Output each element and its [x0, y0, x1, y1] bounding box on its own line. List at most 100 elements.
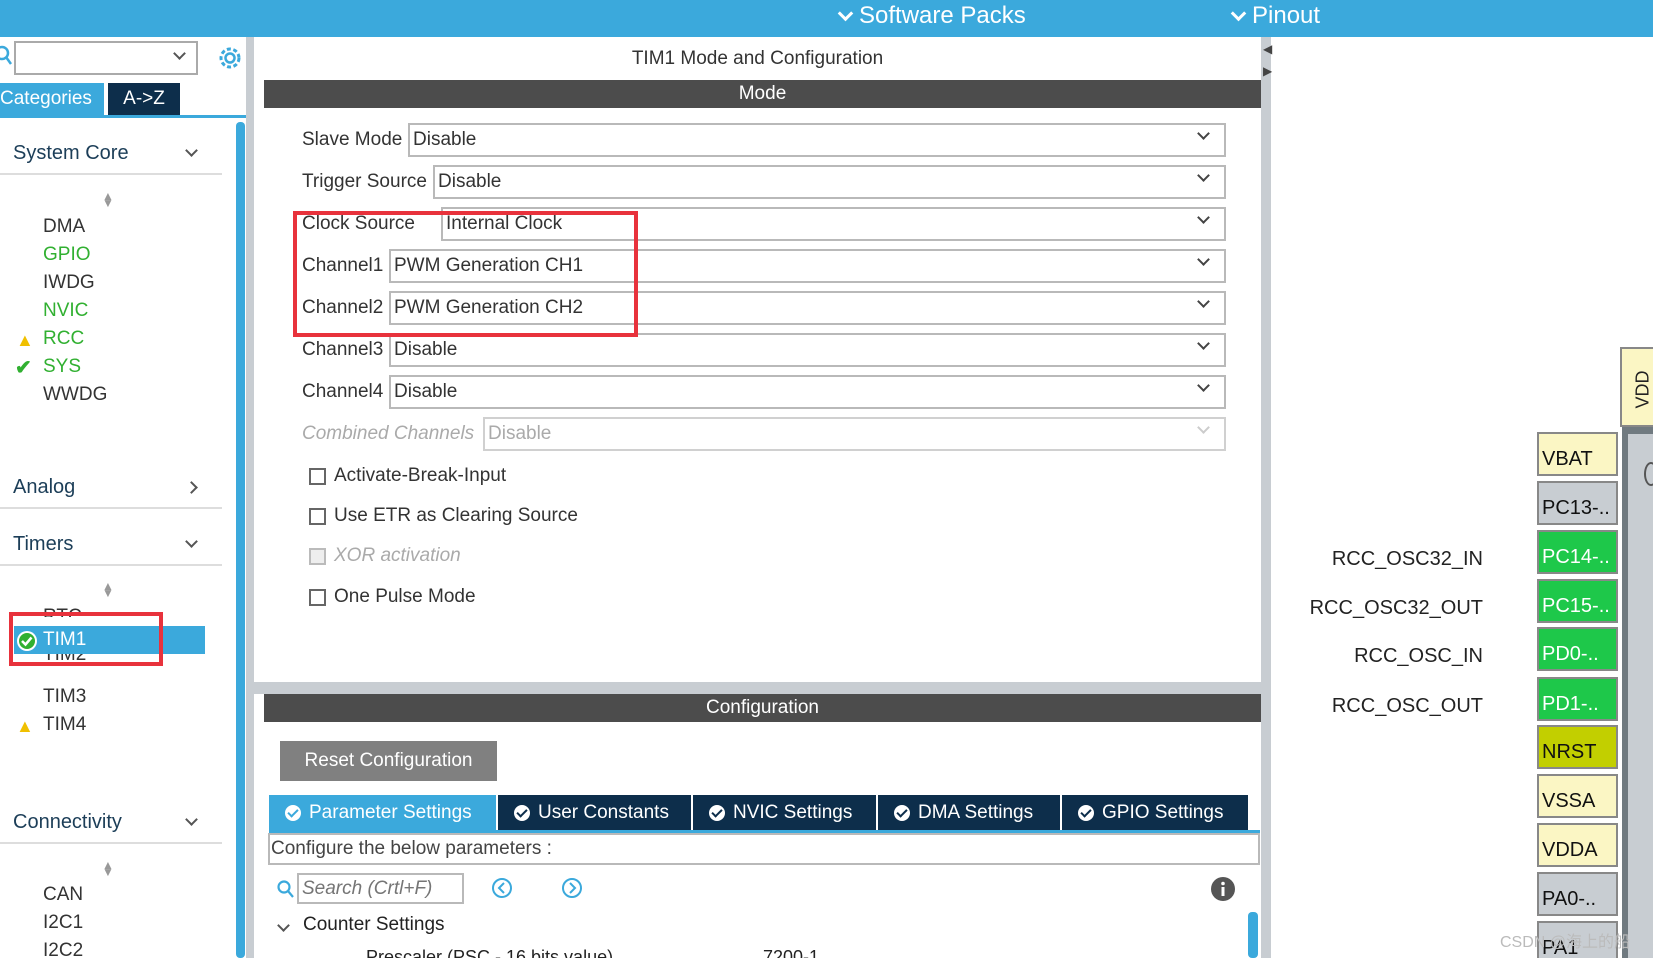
list-item-can[interactable]: CAN [43, 884, 83, 906]
pinout-menu[interactable]: Pinout [1230, 2, 1321, 30]
list-item-tim3[interactable]: TIM3 [43, 686, 86, 708]
chevron-down-icon[interactable] [277, 914, 290, 936]
checkbox-label: XOR activation [334, 545, 461, 566]
tab-parameter-settings[interactable]: Parameter Settings [269, 795, 496, 831]
signal-label-rcc-osc-out: RCC_OSC_OUT [1331, 695, 1483, 717]
chevron-down-icon [1197, 421, 1210, 434]
checkbox-box[interactable] [309, 507, 326, 525]
list-item-sys[interactable]: SYS [43, 356, 81, 378]
pin-pc13[interactable]: PC13-.. [1537, 481, 1618, 525]
software-packs-label: Software Packs [859, 2, 1026, 29]
select-value: Disable [413, 129, 477, 150]
warning-icon: ▲ [16, 330, 34, 350]
configuration-section-header: Configuration [264, 694, 1261, 722]
list-item-iwdg[interactable]: IWDG [43, 272, 95, 294]
next-icon[interactable] [560, 876, 584, 900]
chevron-down-icon [1197, 295, 1210, 308]
left-scrollbar[interactable] [236, 122, 245, 958]
sort-arrows-icon[interactable]: ▲ ▼ [102, 859, 114, 878]
prescaler-value[interactable]: 7200-1 [763, 944, 819, 958]
gear-icon[interactable] [216, 44, 244, 72]
checkbox-box[interactable] [309, 467, 326, 485]
collapse-left-icon[interactable]: ◀ [1263, 42, 1272, 56]
list-item-wwdg[interactable]: WWDG [43, 384, 107, 406]
checkbox-label: Use ETR as Clearing Source [334, 505, 578, 526]
category-label: Analog [13, 475, 76, 498]
configure-text-box: Configure the below parameters : [268, 833, 1260, 865]
pin-pd1[interactable]: PD1-.. [1537, 677, 1618, 721]
info-icon[interactable] [1210, 876, 1236, 902]
list-item-i2c2[interactable]: I2C2 [43, 940, 83, 958]
pin-pc14[interactable]: PC14-.. [1537, 530, 1618, 574]
trigger-source-select[interactable]: Disable [433, 165, 1226, 199]
splitter-left[interactable] [246, 37, 254, 958]
pin-vdd[interactable]: VDD [1620, 347, 1653, 427]
channel3-select[interactable]: Disable [389, 333, 1226, 367]
field-channel4: Channel4 [302, 375, 386, 409]
pin-pd0[interactable]: PD0-.. [1537, 627, 1618, 671]
reset-configuration-button[interactable]: Reset Configuration [280, 741, 497, 781]
tab-dma-settings[interactable]: DMA Settings [878, 795, 1060, 831]
list-item-dma[interactable]: DMA [43, 216, 85, 238]
sort-arrows-icon[interactable]: ▲ ▼ [102, 580, 114, 599]
list-item-tim4[interactable]: TIM4 [43, 714, 86, 736]
pin-pc15[interactable]: PC15-.. [1537, 579, 1618, 623]
tab-categories[interactable]: Categories [0, 83, 104, 115]
chevron-right-icon [185, 480, 198, 494]
params-scrollbar[interactable] [1248, 912, 1258, 958]
previous-icon[interactable] [490, 876, 514, 900]
select-value: Disable [488, 423, 552, 444]
top-bar: Software Packs Pinout [0, 0, 1653, 37]
collapse-right-icon[interactable]: ▶ [1263, 64, 1272, 78]
mode-section-header: Mode [264, 80, 1261, 108]
field-label: Slave Mode [302, 129, 403, 150]
field-label: Channel4 [302, 381, 384, 402]
category-connectivity[interactable]: Connectivity [0, 802, 222, 844]
signal-label-rcc-osc32-in: RCC_OSC32_IN [1331, 548, 1483, 570]
chevron-down-icon [837, 5, 854, 21]
pinout-label: Pinout [1252, 2, 1321, 29]
category-analog[interactable]: Analog [0, 467, 222, 509]
channel4-select[interactable]: Disable [389, 375, 1226, 409]
checkbox-label: Activate-Break-Input [334, 465, 507, 486]
category-system-core[interactable]: System Core [0, 133, 222, 175]
list-item-rcc[interactable]: RCC [43, 328, 84, 350]
field-label: Channel3 [302, 339, 384, 360]
splitter-right[interactable] [1261, 37, 1271, 958]
list-item-nvic[interactable]: NVIC [43, 300, 88, 322]
pin-vbat[interactable]: VBAT [1537, 432, 1618, 476]
slave-mode-select[interactable]: Disable [408, 123, 1226, 157]
chevron-down-icon [1230, 5, 1247, 21]
checkbox-one-pulse-mode[interactable]: One Pulse Mode [309, 586, 476, 608]
category-timers[interactable]: Timers [0, 524, 222, 566]
highlight-box-channels [293, 211, 638, 337]
category-search-combo[interactable] [14, 41, 198, 75]
chip-body-inner [1628, 434, 1653, 958]
parameter-search-input[interactable] [297, 873, 464, 904]
sort-arrows-icon[interactable]: ▲ ▼ [102, 190, 114, 209]
pin-vssa[interactable]: VSSA [1537, 774, 1618, 818]
tab-gpio-settings[interactable]: GPIO Settings [1062, 795, 1248, 831]
counter-settings-group[interactable]: Counter Settings [303, 914, 445, 936]
pin-vdda[interactable]: VDDA [1537, 823, 1618, 867]
check-circle-icon [285, 805, 301, 821]
software-packs-menu[interactable]: Software Packs [837, 2, 1026, 30]
checkbox-box[interactable] [309, 588, 326, 606]
search-icon[interactable] [0, 44, 12, 68]
tab-nvic-settings[interactable]: NVIC Settings [693, 795, 876, 831]
list-item-i2c1[interactable]: I2C1 [43, 912, 83, 934]
watermark: CSDN @海上的船 [1500, 934, 1631, 951]
select-value: Disable [394, 339, 458, 360]
pin-pa0[interactable]: PA0-.. [1537, 872, 1618, 916]
section-splitter[interactable] [254, 682, 1261, 694]
list-item-gpio[interactable]: GPIO [43, 244, 91, 266]
checkbox-activate-break-input[interactable]: Activate-Break-Input [309, 465, 506, 487]
highlight-box-tim1 [9, 612, 163, 666]
pin-nrst[interactable]: NRST [1537, 725, 1618, 769]
category-label: Connectivity [13, 810, 122, 833]
tab-a-z[interactable]: A->Z [108, 83, 180, 115]
checkbox-use-etr[interactable]: Use ETR as Clearing Source [309, 505, 578, 527]
tab-user-constants[interactable]: User Constants [498, 795, 691, 831]
combined-channels-select: Disable [483, 417, 1226, 451]
search-icon [277, 880, 294, 898]
